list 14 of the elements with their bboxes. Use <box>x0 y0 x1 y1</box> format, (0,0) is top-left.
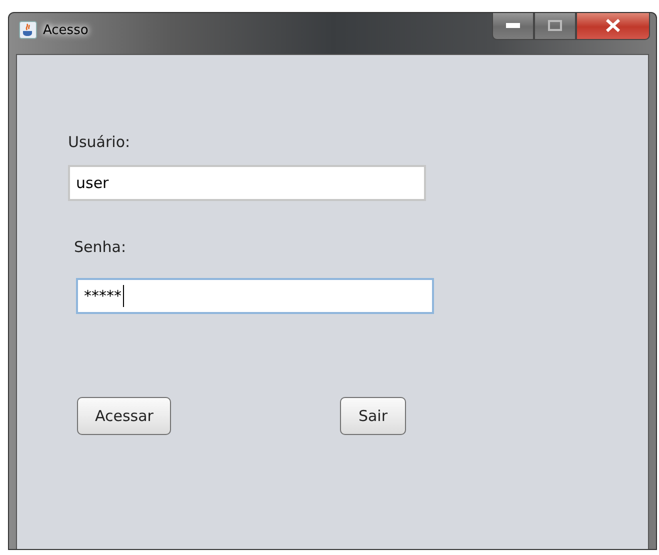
username-label: Usuário: <box>68 133 130 151</box>
password-label: Senha: <box>74 238 126 256</box>
window-title: Acesso <box>43 23 88 38</box>
maximize-button[interactable] <box>534 13 576 40</box>
close-button[interactable] <box>576 13 650 40</box>
password-field[interactable]: ***** <box>76 278 434 314</box>
minimize-button[interactable] <box>492 13 534 40</box>
username-field[interactable]: user <box>68 165 426 201</box>
maximize-icon <box>548 20 562 31</box>
exit-button[interactable]: Sair <box>340 397 406 435</box>
close-icon <box>605 19 621 32</box>
access-button[interactable]: Acessar <box>77 397 172 435</box>
coffee-cup-icon <box>19 21 37 39</box>
minimize-icon <box>506 23 520 28</box>
